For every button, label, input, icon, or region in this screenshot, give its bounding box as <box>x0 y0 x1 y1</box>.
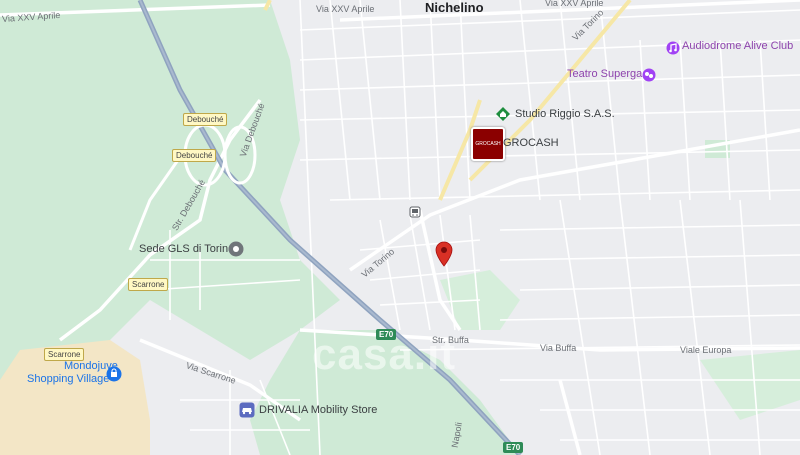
poi-label-teatro: Teatro Superga <box>567 68 643 80</box>
map-base-layer <box>0 0 800 455</box>
theater-icon <box>642 68 656 82</box>
poi-label-audiodrome: Audiodrome Alive Club <box>682 40 794 52</box>
grocash-logo: GROCASH <box>471 127 505 161</box>
road-shield-e70-1: E70 <box>376 329 397 340</box>
road-shield-debouche-2: Debouché <box>172 149 217 162</box>
street-via-xxv-aprile-right: Via XXV Aprile <box>545 0 604 8</box>
road-shield-e70-2: E70 <box>503 442 524 453</box>
street-via-buffa: Via Buffa <box>540 343 577 353</box>
poi-label-studio-riggio: Studio Riggio S.A.S. <box>515 108 615 120</box>
grocash-logo-text: GROCASH <box>475 141 501 147</box>
map-pin-icon[interactable] <box>435 241 453 267</box>
map-canvas[interactable]: casa.it Nichelino Via XXV Aprile Via XXV… <box>0 0 800 455</box>
music-icon <box>666 41 680 55</box>
street-viale-europa: Viale Europa <box>680 345 732 355</box>
shopping-icon <box>106 366 122 382</box>
transit-icon[interactable] <box>409 206 421 218</box>
street-via-xxv-aprile-top: Via XXV Aprile <box>316 4 375 14</box>
town-label-nichelino: Nichelino <box>425 0 484 15</box>
poi-label-mondojuve-2: Shopping Village <box>27 373 110 385</box>
poi-label-drivalia: DRIVALIA Mobility Store <box>259 404 378 416</box>
road-shield-scarrone-1: Scarrone <box>128 278 169 291</box>
poi-label-sede-gls: Sede GLS di Torino <box>139 243 235 255</box>
street-str-buffa: Str. Buffa <box>432 335 469 345</box>
poi-label-grocash: GROCASH <box>503 137 559 149</box>
location-icon <box>228 241 244 257</box>
business-icon <box>496 107 510 121</box>
car-icon <box>239 402 255 418</box>
road-shield-debouche-1: Debouché <box>183 113 228 126</box>
